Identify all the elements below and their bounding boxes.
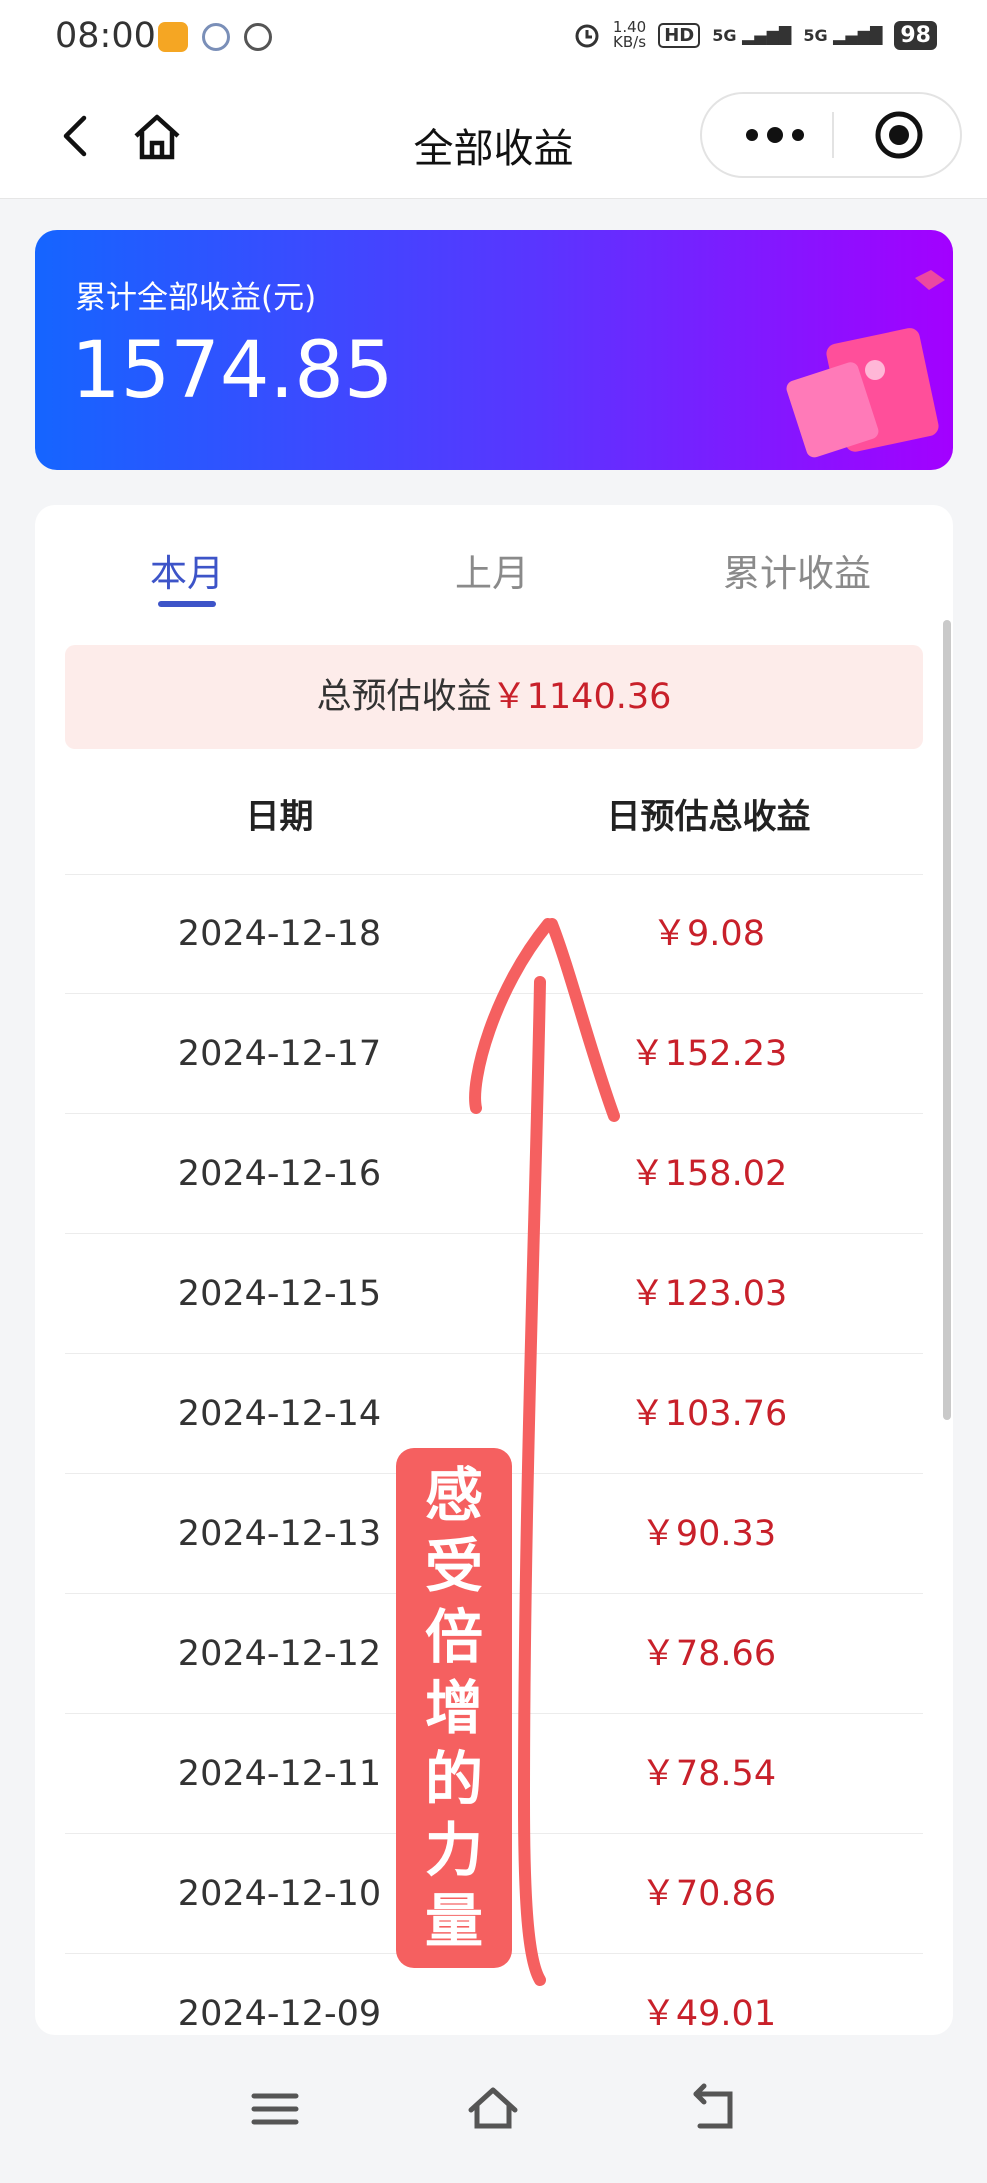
navigation-bar: 全部收益 bbox=[0, 80, 987, 199]
total-earnings-value: 1574.85 bbox=[71, 326, 394, 416]
tab-last-month[interactable]: 上月 bbox=[455, 543, 529, 597]
annotation-char: 倍 bbox=[424, 1603, 483, 1671]
red-envelope-icon bbox=[786, 270, 945, 458]
estimated-total-summary: 总预估收益￥1140.36 bbox=[65, 645, 923, 749]
annotation-char: 感 bbox=[424, 1461, 483, 1529]
annotation-char: 量 bbox=[424, 1887, 483, 1955]
annotation-label: 感 受 倍 增 的 力 量 bbox=[396, 1448, 512, 1968]
signal-1: 5G ▂▄▆█ bbox=[712, 26, 791, 45]
total-earnings-banner: 累计全部收益(元) 1574.85 bbox=[35, 230, 953, 470]
period-tabs: 本月 上月 累计收益 bbox=[35, 505, 953, 625]
more-icon[interactable] bbox=[740, 112, 810, 158]
capsule-divider bbox=[832, 112, 834, 158]
summary-amount: ￥1140.36 bbox=[491, 677, 672, 717]
signal-bars-icon: ▂▄▆█ bbox=[742, 25, 792, 45]
active-tab-indicator bbox=[158, 601, 216, 607]
annotation-char: 力 bbox=[424, 1816, 483, 1884]
tab-this-month[interactable]: 本月 bbox=[150, 543, 224, 597]
annotation-char: 的 bbox=[424, 1745, 483, 1813]
close-target-icon[interactable] bbox=[872, 108, 926, 162]
row-date: 2024-12-17 bbox=[177, 1034, 382, 1074]
signal-1-label: 5G bbox=[712, 25, 737, 45]
summary-label: 总预估收益 bbox=[316, 677, 492, 717]
column-header-daily-earnings: 日预估总收益 bbox=[606, 797, 811, 837]
link-app-icon bbox=[244, 23, 272, 51]
row-date: 2024-12-18 bbox=[177, 914, 382, 954]
system-navigation-bar bbox=[0, 2040, 987, 2183]
hd-badge: HD bbox=[658, 22, 701, 48]
battery-badge: 98 bbox=[894, 20, 937, 50]
annotation-char: 受 bbox=[424, 1532, 483, 1600]
total-earnings-label: 累计全部收益(元) bbox=[75, 280, 317, 316]
browser-app-icon bbox=[202, 23, 230, 51]
table-header: 日期 日预估总收益 bbox=[65, 749, 923, 875]
row-date: 2024-12-15 bbox=[177, 1274, 382, 1314]
annotation-char: 增 bbox=[424, 1674, 483, 1742]
back-icon[interactable] bbox=[686, 2082, 740, 2136]
mini-program-capsule bbox=[700, 92, 962, 178]
row-date: 2024-12-16 bbox=[177, 1154, 382, 1194]
status-time: 08:00 bbox=[55, 16, 156, 56]
alarm-icon bbox=[575, 24, 599, 48]
annotation-text: 感 受 倍 增 的 力 量 bbox=[396, 1460, 512, 1957]
net-speed: 1.40 KB/s bbox=[613, 20, 646, 50]
signal-2-label: 5G bbox=[803, 25, 828, 45]
tab-cumulative[interactable]: 累计收益 bbox=[723, 543, 871, 597]
signal-2: 5G ▂▄▆█ bbox=[803, 26, 882, 45]
home-icon[interactable] bbox=[466, 2082, 520, 2136]
column-header-date: 日期 bbox=[245, 797, 314, 837]
status-indicators: 1.40 KB/s HD 5G ▂▄▆█ 5G ▂▄▆█ 98 bbox=[573, 20, 937, 50]
signal-bars-icon: ▂▄▆█ bbox=[833, 25, 883, 45]
notification-icons bbox=[158, 22, 272, 52]
status-bar: 08:00 1.40 KB/s HD 5G ▂▄▆█ 5G ▂▄▆█ 98 bbox=[0, 0, 987, 80]
video-app-icon bbox=[158, 22, 188, 52]
menu-icon[interactable] bbox=[248, 2082, 302, 2136]
net-speed-unit: KB/s bbox=[613, 33, 647, 51]
scrollbar[interactable] bbox=[943, 620, 951, 1420]
